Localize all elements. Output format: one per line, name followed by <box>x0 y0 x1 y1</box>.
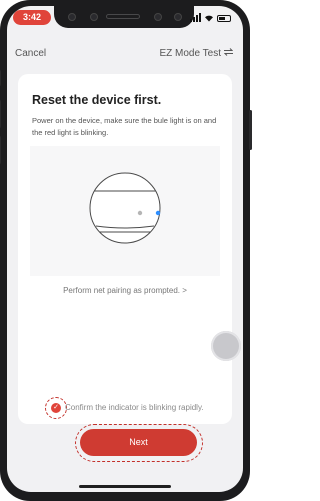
side-button-mute <box>0 70 1 86</box>
confirm-checkbox[interactable]: ✓ <box>51 403 61 413</box>
status-time: 3:42 <box>13 10 51 25</box>
card-description: Power on the device, make sure the bule … <box>32 116 217 137</box>
ez-mode-switch[interactable]: EZ Mode Test <box>159 48 234 59</box>
floating-assistive-button[interactable] <box>211 331 241 361</box>
cancel-button[interactable]: Cancel <box>15 48 46 59</box>
home-indicator[interactable] <box>79 485 171 488</box>
sensor-icon <box>90 13 98 21</box>
phone-frame: 3:42 Cancel EZ Mode Test Reset the devic… <box>0 0 252 501</box>
signal-icon <box>190 13 201 22</box>
speaker-grille <box>106 14 140 19</box>
device-illustration <box>30 146 220 276</box>
confirm-row[interactable]: ✓ Confirm the indicator is blinking rapi… <box>18 397 238 419</box>
side-button-power <box>249 110 252 150</box>
proximity-sensor-icon <box>174 13 182 21</box>
next-button-highlight: Next <box>75 424 203 462</box>
status-icons <box>190 12 231 22</box>
top-navbar: Cancel EZ Mode Test <box>7 44 243 64</box>
side-button-volume-up <box>0 100 1 128</box>
next-button[interactable]: Next <box>80 429 197 456</box>
blue-indicator-light <box>155 210 161 216</box>
screen: 3:42 Cancel EZ Mode Test Reset the devic… <box>7 6 243 492</box>
mode-label: EZ Mode Test <box>159 48 221 59</box>
swap-icon <box>223 48 234 59</box>
wifi-icon <box>204 14 214 22</box>
gray-indicator-light <box>137 210 143 216</box>
front-camera-icon <box>154 13 162 21</box>
side-button-volume-down <box>0 136 1 164</box>
instruction-card: Reset the device first. Power on the dev… <box>18 74 232 424</box>
confirm-label: Confirm the indicator is blinking rapidl… <box>65 403 204 412</box>
card-title: Reset the device first. <box>32 93 162 107</box>
net-pairing-link[interactable]: Perform net pairing as prompted. > <box>18 286 232 295</box>
notch <box>54 6 194 28</box>
battery-icon <box>217 15 231 22</box>
camera-icon <box>68 13 76 21</box>
device-diagram <box>89 172 161 244</box>
